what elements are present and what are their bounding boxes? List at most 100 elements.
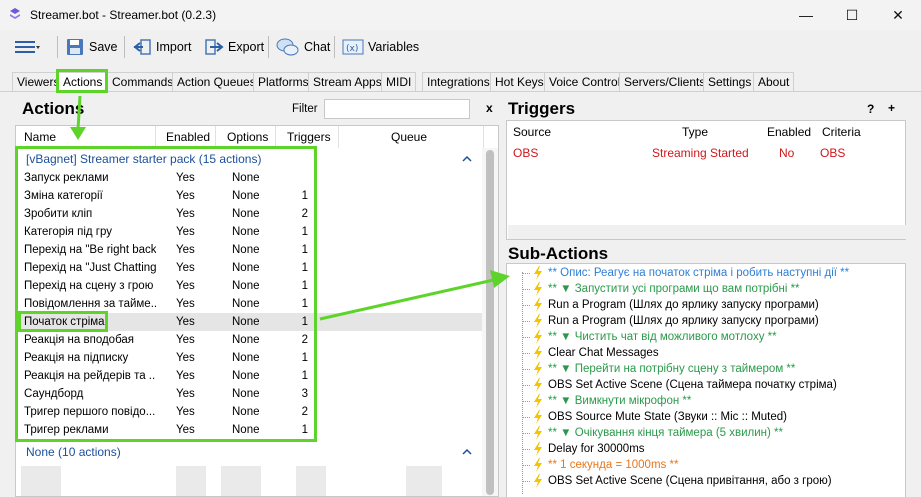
collapse-chevron-icon[interactable] <box>462 447 472 457</box>
minimize-button[interactable]: — <box>783 0 829 30</box>
col-name[interactable]: Name <box>16 126 156 148</box>
menu-dropdown-button[interactable] <box>14 34 44 60</box>
tab-settings[interactable]: Settings <box>703 72 757 92</box>
tab-midi[interactable]: MIDI <box>381 72 417 92</box>
group-header-none[interactable]: None (10 actions) <box>26 445 121 459</box>
tab-integrations[interactable]: Integrations <box>422 72 495 92</box>
tab-commands[interactable]: Commands <box>107 72 179 92</box>
export-label: Export <box>228 40 265 54</box>
blurred-row <box>406 466 442 496</box>
col-triggers[interactable]: Triggers <box>276 126 339 148</box>
variables-button[interactable]: (x) Variables <box>342 34 419 60</box>
actions-scrollbar[interactable] <box>482 148 498 496</box>
triggers-table: Source Type Enabled Criteria OBS Streami… <box>506 120 906 240</box>
hamburger-menu-icon <box>15 41 40 53</box>
subaction-item[interactable]: OBS Set Active Scene (Сцена привітання, … <box>548 473 832 489</box>
subaction-item[interactable]: ** ▼ Чистить чат від можливого мотлоху *… <box>548 329 777 345</box>
lightning-bolt-icon <box>534 314 542 328</box>
save-floppy-icon <box>67 39 83 55</box>
streamerbot-logo-icon <box>10 8 20 19</box>
subaction-item[interactable]: Run a Program (Шлях до ярлику запуску пр… <box>548 313 819 329</box>
save-label: Save <box>89 40 118 54</box>
col-queue[interactable]: Queue <box>339 126 484 148</box>
toolbar: Save Import Export Chat (x) Variables <box>0 30 921 64</box>
triggers-help-button[interactable]: ? <box>867 102 874 116</box>
triggers-title: Triggers <box>508 99 576 118</box>
import-label: Import <box>156 40 192 54</box>
start-stream-row-highlight <box>18 311 108 332</box>
trigger-source[interactable]: OBS <box>513 146 538 160</box>
lightning-bolt-icon <box>534 426 542 440</box>
col-options[interactable]: Options <box>216 126 276 148</box>
export-icon <box>205 39 224 55</box>
filter-input[interactable] <box>324 99 470 119</box>
subaction-item[interactable]: ** ▼ Запустити усі програми що вам потрі… <box>548 281 800 297</box>
lightning-bolt-icon <box>534 362 542 376</box>
tab-platforms[interactable]: Platforms <box>253 72 314 92</box>
variables-label: Variables <box>368 40 420 54</box>
subaction-item[interactable]: ** Опис: Реагує на початок стріма і роби… <box>548 265 849 281</box>
lightning-bolt-icon <box>534 346 542 360</box>
svg-text:(x): (x) <box>346 44 358 54</box>
subaction-item[interactable]: ** ▼ Вимкнути мікрофон ** <box>548 393 691 409</box>
lightning-bolt-icon <box>534 378 542 392</box>
collapse-chevron-icon[interactable] <box>462 154 472 164</box>
blurred-row <box>296 466 326 496</box>
subaction-item[interactable]: Clear Chat Messages <box>548 345 659 361</box>
trigger-type[interactable]: Streaming Started <box>652 146 749 160</box>
blurred-row <box>176 466 206 496</box>
lightning-bolt-icon <box>534 266 542 280</box>
trig-col-source[interactable]: Source <box>513 125 551 139</box>
main-tabs: Viewers Actions Commands Action Queues P… <box>0 70 921 92</box>
subaction-item[interactable]: ** ▼ Перейти на потрібну сцену з таймеро… <box>548 361 795 377</box>
subaction-item[interactable]: ** 1 секунда = 1000ms ** <box>548 457 678 473</box>
actions-title: Actions <box>22 99 85 118</box>
tab-stream-apps[interactable]: Stream Apps <box>308 72 387 92</box>
lightning-bolt-icon <box>534 298 542 312</box>
lightning-bolt-icon <box>534 474 542 488</box>
lightning-bolt-icon <box>534 330 542 344</box>
lightning-bolt-icon <box>534 442 542 456</box>
title-bar: Streamer.bot - Streamer.bot (0.2.3) — ☐ … <box>0 0 921 30</box>
import-icon <box>133 39 151 55</box>
trig-col-criteria[interactable]: Criteria <box>822 125 861 139</box>
chat-bubbles-icon <box>276 38 299 56</box>
trigger-enabled[interactable]: No <box>779 146 794 160</box>
tab-actions-highlight <box>56 69 108 93</box>
variables-icon: (x) <box>342 39 364 55</box>
filter-label: Filter <box>292 103 318 115</box>
triggers-hscrollbar[interactable] <box>508 225 906 239</box>
trigger-criteria[interactable]: OBS <box>820 146 845 160</box>
subaction-item[interactable]: OBS Set Active Scene (Сцена таймера поча… <box>548 377 837 393</box>
save-button[interactable]: Save <box>65 34 118 60</box>
tab-about[interactable]: About <box>753 72 795 92</box>
tab-hot-keys[interactable]: Hot Keys <box>490 72 549 92</box>
subactions-title: Sub-Actions <box>508 244 609 263</box>
lightning-bolt-icon <box>534 282 542 296</box>
lightning-bolt-icon <box>534 458 542 472</box>
chat-button[interactable]: Chat <box>276 34 330 60</box>
subaction-item[interactable]: Run a Program (Шлях до ярлику запуску пр… <box>548 297 819 313</box>
filter-clear-button[interactable]: x <box>486 101 493 115</box>
tab-action-queues[interactable]: Action Queues <box>172 72 261 92</box>
maximize-button[interactable]: ☐ <box>829 0 875 30</box>
col-enabled[interactable]: Enabled <box>156 126 216 148</box>
tab-servers-clients[interactable]: Servers/Clients <box>619 72 711 92</box>
starter-pack-highlight <box>15 146 317 442</box>
blurred-row <box>21 466 61 496</box>
blurred-row <box>221 466 261 496</box>
subaction-item[interactable]: Delay for 30000ms <box>548 441 645 457</box>
trig-col-type[interactable]: Type <box>682 125 708 139</box>
export-button[interactable]: Export <box>204 34 264 60</box>
close-button[interactable]: ✕ <box>875 0 921 30</box>
subaction-item[interactable]: OBS Source Mute State (Звуки :: Mic :: M… <box>548 409 787 425</box>
lightning-bolt-icon <box>534 410 542 424</box>
trig-col-enabled[interactable]: Enabled <box>767 125 811 139</box>
tab-voice-control[interactable]: Voice Control <box>544 72 626 92</box>
triggers-add-button[interactable]: + <box>888 101 895 115</box>
import-button[interactable]: Import <box>132 34 191 60</box>
subaction-item[interactable]: ** ▼ Очікування кінця таймера (5 хвилин)… <box>548 425 783 441</box>
scrollbar-thumb[interactable] <box>486 150 494 495</box>
lightning-bolt-icon <box>534 394 542 408</box>
chat-label: Chat <box>304 40 331 54</box>
